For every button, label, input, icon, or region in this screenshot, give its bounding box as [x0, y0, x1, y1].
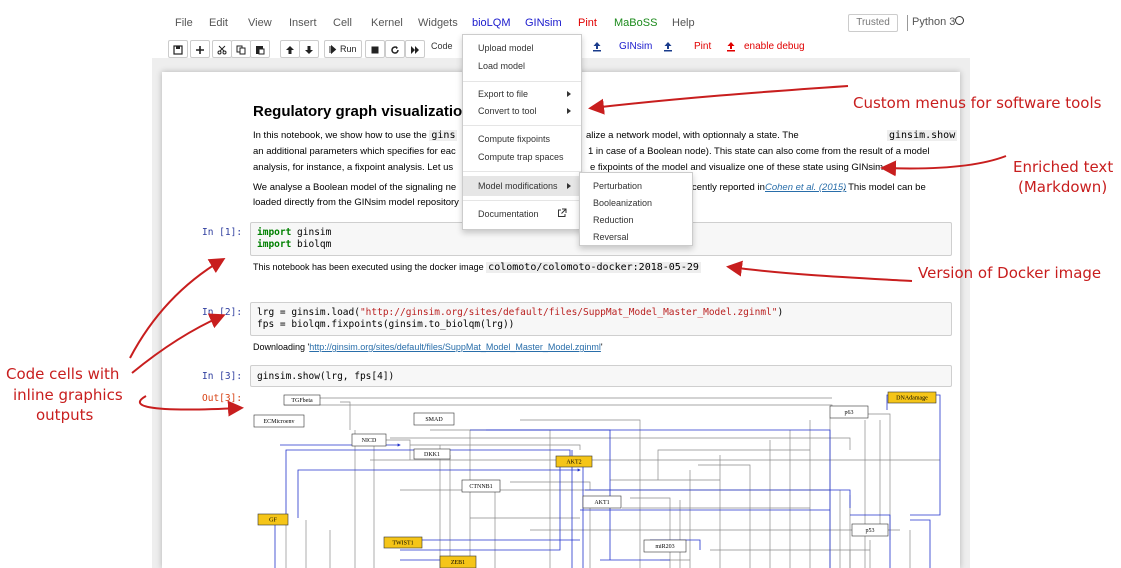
- annotation-docker: Version of Docker image: [918, 264, 1102, 282]
- annotation-cells-2: inline graphics: [13, 386, 123, 404]
- annotation-enriched-text-2: (Markdown): [1018, 178, 1108, 196]
- arrow-enriched-text: [880, 155, 1007, 177]
- annotation-arrows: [129, 85, 1007, 417]
- annotation-enriched-text-1: Enriched text: [1013, 158, 1114, 176]
- annotation-cells-1: Code cells with: [6, 365, 120, 383]
- arrow-docker: [726, 260, 913, 282]
- arrow-menus: [588, 85, 849, 115]
- arrow-cell-3: [138, 395, 244, 417]
- arrow-cell-2: [131, 313, 226, 374]
- annotation-cells-3: outputs: [36, 406, 94, 424]
- arrow-cell-1: [129, 257, 226, 359]
- annotation-menus: Custom menus for software tools: [853, 94, 1102, 112]
